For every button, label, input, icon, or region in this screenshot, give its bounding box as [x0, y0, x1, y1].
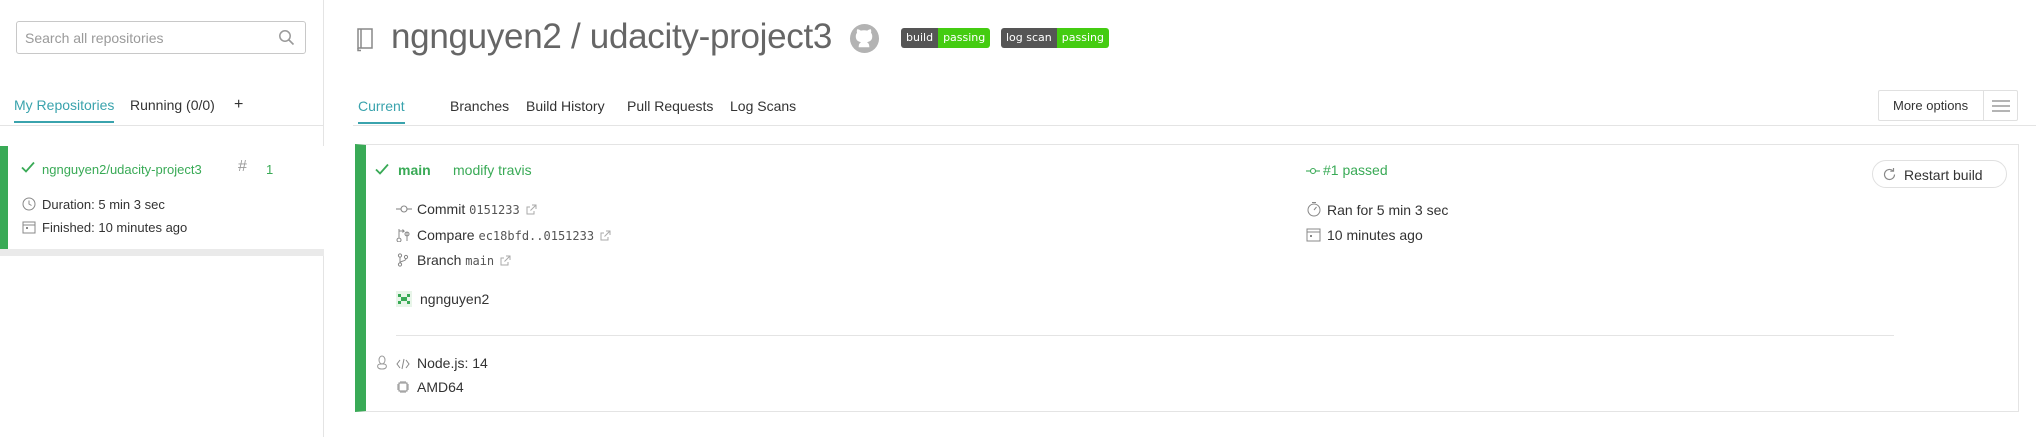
hash-icon: #	[238, 158, 247, 175]
repo-name-link[interactable]: ngnguyen2/udacity-project3	[42, 162, 202, 177]
main-content: ngnguyen2 / udacity-project3 build passin…	[325, 0, 2036, 437]
sidebar: My Repositories Running (0/0) + ngnguyen…	[0, 0, 324, 437]
commit-row: Commit 0151233	[396, 201, 537, 219]
search-icon[interactable]	[278, 29, 295, 51]
commit-label: Commit	[417, 201, 466, 217]
branch-label: Branch	[417, 252, 462, 268]
external-link-icon[interactable]	[526, 202, 537, 218]
badge-build-label: build	[901, 28, 939, 48]
tab-pull-requests[interactable]: Pull Requests	[627, 98, 713, 114]
restart-build-label: Restart build	[1904, 167, 1983, 183]
calendar-icon	[1306, 227, 1322, 245]
restart-build-button[interactable]: Restart build	[1872, 160, 2007, 188]
repo-card-divider	[0, 249, 324, 256]
duration-text: Duration: 5 min 3 sec	[42, 197, 165, 212]
check-icon	[374, 161, 390, 182]
language-row: Node.js: 14	[396, 355, 488, 373]
compare-row: Compare ec18bfd..0151233	[396, 227, 611, 245]
tab-branches[interactable]: Branches	[450, 98, 509, 114]
repo-finished: Finished: 10 minutes ago	[22, 220, 187, 235]
search-box[interactable]	[16, 21, 306, 54]
tab-my-repositories[interactable]: My Repositories	[14, 97, 115, 123]
badge-log-label: log scan	[1001, 28, 1057, 48]
repo-card[interactable]: ngnguyen2/udacity-project3 # 1 Duration:…	[0, 146, 324, 250]
branch-icon	[396, 253, 412, 270]
tab-running[interactable]: Running (0/0)	[130, 97, 215, 113]
build-branch-link[interactable]: main	[398, 162, 431, 178]
stopwatch-icon	[1306, 201, 1322, 220]
compare-icon	[396, 228, 412, 245]
repo-duration: Duration: 5 min 3 sec	[22, 197, 165, 212]
code-icon	[396, 357, 412, 373]
log-scan-badge[interactable]: log scan passing	[1001, 28, 1109, 48]
commit-author: ngnguyen2	[396, 291, 489, 307]
arch-row: AMD64	[396, 379, 464, 397]
clock-icon	[22, 197, 36, 211]
restart-icon	[1882, 167, 1897, 187]
calendar-icon	[22, 220, 36, 234]
compare-range-link[interactable]: ec18bfd..0151233	[478, 229, 594, 243]
external-link-icon[interactable]	[600, 228, 611, 244]
tab-current[interactable]: Current	[358, 98, 405, 124]
commit-sha-link[interactable]: 0151233	[469, 203, 520, 217]
build-status-badge[interactable]: build passing	[901, 28, 991, 48]
avatar	[396, 291, 412, 307]
arch-text: AMD64	[417, 379, 464, 395]
build-card-divider	[396, 335, 1894, 336]
github-icon[interactable]	[849, 23, 880, 59]
check-icon	[20, 159, 36, 180]
badge-log-status: passing	[1056, 28, 1109, 48]
badge-build-status: passing	[938, 28, 991, 48]
ran-for-row: Ran for 5 min 3 sec	[1306, 201, 1448, 220]
search-input[interactable]	[17, 22, 257, 53]
menu-icon	[1991, 98, 2011, 119]
ran-for-text: Ran for 5 min 3 sec	[1327, 202, 1449, 218]
tab-log-scans[interactable]: Log Scans	[730, 98, 796, 114]
language-text: Node.js: 14	[417, 355, 488, 371]
sidebar-tabs: My Repositories Running (0/0) +	[0, 94, 324, 126]
build-status: #1 passed	[1306, 162, 1388, 179]
finished-text: Finished: 10 minutes ago	[42, 220, 188, 235]
build-status-link[interactable]: #1 passed	[1323, 162, 1388, 178]
current-build-card: main modify travis Commit 0151233 Compar…	[355, 144, 2019, 412]
tab-build-history[interactable]: Build History	[526, 98, 605, 114]
branch-name-link[interactable]: main	[465, 254, 494, 268]
branch-row: Branch main	[396, 252, 511, 270]
linux-icon	[375, 355, 389, 376]
author-name: ngnguyen2	[420, 291, 490, 307]
more-options-button[interactable]: More options	[1878, 90, 2018, 121]
time-ago-row: 10 minutes ago	[1306, 227, 1423, 245]
commit-icon	[396, 202, 412, 219]
book-icon	[355, 26, 377, 57]
commit-icon	[1306, 163, 1320, 179]
build-number-link[interactable]: 1	[266, 162, 273, 177]
add-repository-button[interactable]: +	[234, 96, 243, 114]
chip-icon	[396, 380, 412, 397]
external-link-icon[interactable]	[500, 253, 511, 269]
compare-label: Compare	[417, 227, 475, 243]
more-options-divider	[1983, 91, 1984, 120]
repo-title: ngnguyen2 / udacity-project3	[391, 17, 833, 56]
time-ago-text: 10 minutes ago	[1327, 227, 1423, 243]
main-tabs: Current Branches Build History Pull Requ…	[353, 95, 2036, 126]
more-options-label: More options	[1893, 98, 1969, 113]
commit-message-link[interactable]: modify travis	[453, 162, 532, 178]
